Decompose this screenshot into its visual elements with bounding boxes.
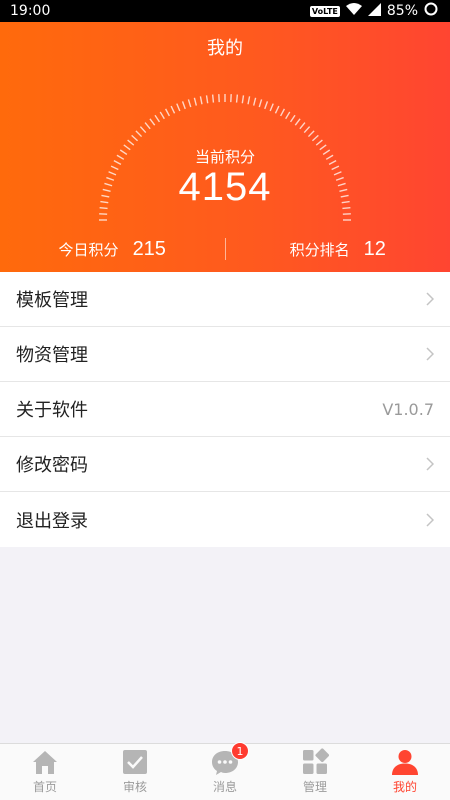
profile-header: 我的 当前积分 4154 今日积分 215 积分排名 12 [0,22,450,272]
tab-messages[interactable]: 1 消息 [180,742,270,800]
gauge-tick [181,101,186,110]
gauge-tick [211,94,215,103]
menu-item-label: 修改密码 [16,455,88,476]
points-rank-value: 12 [363,237,386,260]
unread-badge: 1 [231,742,249,760]
volte-badge: VoLTE [309,5,340,17]
gauge-tick [139,126,147,134]
gauge-tick [154,114,161,123]
gauge-tick [307,130,315,138]
current-points-value: 4154 [178,165,272,209]
gauge-tick [303,126,311,134]
gauge-tick [135,130,143,138]
gauge-tick [170,105,176,114]
today-points-label: 今日积分 [58,240,119,259]
gauge-tick [149,118,156,126]
chevron-right-icon [426,292,434,306]
gauge-tick [205,95,209,104]
gauge-tick [274,105,280,114]
tab-label: 首页 [32,780,57,794]
gauge-tick [193,97,198,106]
gauge-tick [264,101,269,110]
tab-label: 管理 [302,780,327,794]
gauge-tick [159,111,165,120]
menu-item-material-management[interactable]: 物资管理 [0,327,450,382]
battery-icon [424,2,438,20]
tab-mine[interactable]: 我的 [360,744,450,800]
gauge-tick [252,97,257,106]
today-points-value: 215 [132,237,166,260]
check-icon [123,750,147,774]
tab-home[interactable]: 首页 [0,744,90,800]
gauge-tick [294,118,301,126]
gauge-tick [315,139,323,146]
today-points-stat: 今日积分 215 [0,238,225,261]
status-time: 19:00 [10,3,51,19]
bottom-tab-bar: 首页 审核 1 消息 管理 我的 [0,742,450,800]
tab-review[interactable]: 审核 [90,744,180,800]
gauge-tick [144,122,151,130]
menu-item-label: 关于软件 [16,400,88,421]
gauge-tick [247,96,251,105]
menu-item-label: 模板管理 [16,290,88,311]
battery-percent: 85% [386,3,418,19]
gauge-tick [199,96,203,105]
gauge-tick [127,139,135,146]
gauge-tick [187,99,192,108]
status-icons: VoLTE 85% [309,2,438,20]
menu-item-logout[interactable]: 退出登录 [0,492,450,547]
signal-icon [367,2,381,20]
status-bar: 19:00 VoLTE 85% [0,0,450,22]
gauge-tick [289,114,296,123]
gauge-tick [164,108,170,117]
tab-label: 消息 [212,780,237,794]
chevron-right-icon [426,512,434,527]
tab-management[interactable]: 管理 [270,744,360,800]
gauge-tick [311,134,319,142]
gauge-tick [131,134,139,142]
points-stats: 今日积分 215 积分排名 12 [0,234,450,264]
chevron-right-icon [426,347,434,361]
gauge-tick [258,99,263,108]
menu-item-label: 退出登录 [16,510,88,532]
tab-label: 我的 [392,780,417,794]
gauge-tick [280,108,286,117]
gauge-tick [299,122,306,130]
menu-item-change-password[interactable]: 修改密码 [0,437,450,492]
current-points-label: 当前积分 [194,148,255,166]
points-rank-label: 积分排名 [289,240,350,259]
tab-label: 审核 [122,780,147,794]
grid-icon [303,748,329,774]
home-icon [33,751,57,774]
page-title: 我的 [207,38,243,59]
gauge-tick [285,111,291,120]
app-version: V1.0.7 [382,399,434,419]
gauge-tick [269,103,274,112]
wifi-icon [345,2,362,20]
gauge-tick [176,103,181,112]
gauge-tick [241,95,245,104]
gauge-tick [235,94,239,103]
points-rank-stat: 积分排名 12 [226,238,450,261]
chevron-right-icon [426,457,434,471]
settings-menu: 模板管理 物资管理 关于软件 V1.0.7 修改密码 退出登录 [0,272,450,547]
menu-item-about[interactable]: 关于软件 V1.0.7 [0,382,450,437]
person-icon [392,750,418,775]
menu-item-template-management[interactable]: 模板管理 [0,272,450,327]
menu-item-label: 物资管理 [16,345,88,366]
